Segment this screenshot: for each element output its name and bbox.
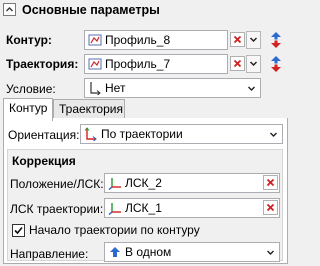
- trajectory-lsk-field[interactable]: ЛСК_1: [104, 198, 280, 218]
- start-by-contour-label: Начало траектории по контуру: [29, 223, 200, 237]
- trajectory-clear-button[interactable]: [230, 56, 245, 71]
- close-icon: [266, 203, 275, 212]
- contour-label: Контур:: [6, 33, 52, 47]
- condition-none-icon: [90, 82, 101, 95]
- position-label: Положение/ЛСК:: [10, 177, 104, 191]
- lsk-axes-icon: [108, 178, 121, 190]
- checkmark-icon: [14, 226, 23, 235]
- close-icon: [233, 35, 242, 44]
- chevron-up-icon: [6, 7, 13, 12]
- lsk-axes-icon: [108, 203, 121, 215]
- trajectory-field[interactable]: Профиль_7: [84, 54, 228, 74]
- section-header: Основные параметры: [0, 0, 290, 20]
- chevron-down-icon: [248, 86, 255, 91]
- chevron-down-icon: [249, 61, 258, 67]
- contour-field[interactable]: Профиль_8: [84, 30, 228, 50]
- sketch-profile-icon: [88, 58, 102, 70]
- tab-trajectory-label: Траектория: [59, 102, 123, 116]
- orientation-value: По траектории: [101, 127, 183, 141]
- close-icon: [266, 178, 275, 187]
- direction-select[interactable]: В одном: [104, 242, 280, 262]
- direction-value: В одном: [125, 245, 172, 259]
- correction-title: Коррекция: [12, 154, 76, 168]
- start-by-contour-checkbox[interactable]: [12, 224, 25, 237]
- contour-clear-button[interactable]: [230, 32, 245, 47]
- orientation-trajectory-icon: [84, 127, 97, 141]
- contour-value: Профиль_8: [105, 33, 171, 47]
- orientation-select[interactable]: По траектории: [80, 124, 283, 144]
- trajectory-dropdown-button[interactable]: [246, 55, 261, 73]
- close-icon: [233, 59, 242, 68]
- collapse-section-button[interactable]: [3, 3, 16, 16]
- direction-label: Направление:: [10, 247, 89, 261]
- orientation-label: Ориентация:: [8, 128, 80, 142]
- direction-same-icon: [110, 247, 120, 257]
- trajectory-swap-button[interactable]: [268, 55, 284, 73]
- condition-label: Условие:: [6, 82, 56, 96]
- chevron-down-icon: [249, 37, 258, 43]
- contour-dropdown-button[interactable]: [246, 31, 261, 49]
- sketch-profile-icon: [88, 34, 102, 46]
- trajectory-lsk-value: ЛСК_1: [125, 201, 162, 215]
- position-clear-button[interactable]: [263, 175, 278, 190]
- section-title: Основные параметры: [22, 3, 160, 17]
- swap-direction-icon: [271, 32, 281, 48]
- position-field[interactable]: ЛСК_2: [104, 173, 280, 193]
- trajectory-lsk-label: ЛСК траектории:: [10, 202, 104, 216]
- position-value: ЛСК_2: [125, 176, 162, 190]
- chevron-down-icon: [267, 250, 274, 255]
- chevron-down-icon: [270, 132, 277, 137]
- tab-contour-label: Контур: [9, 101, 48, 115]
- trajectory-lsk-clear-button[interactable]: [263, 200, 278, 215]
- tab-contour[interactable]: Контур: [3, 98, 53, 121]
- trajectory-value: Профиль_7: [105, 57, 171, 71]
- trajectory-label: Траектория:: [6, 57, 79, 71]
- swap-direction-icon: [271, 56, 281, 72]
- condition-select[interactable]: Нет: [84, 78, 261, 98]
- contour-swap-button[interactable]: [268, 31, 284, 49]
- condition-value: Нет: [105, 81, 126, 95]
